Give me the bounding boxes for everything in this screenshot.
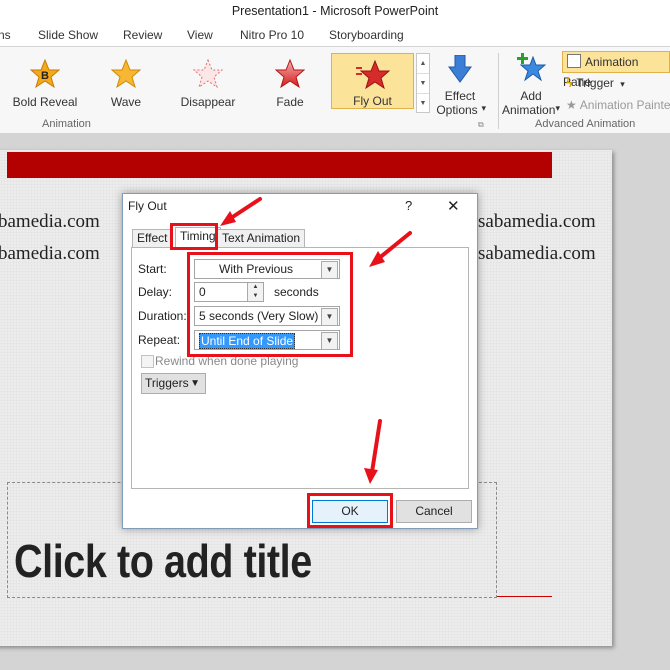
annotation-arrows <box>220 197 412 484</box>
arrow-head-icon <box>220 211 236 226</box>
arrow-head-icon <box>364 468 378 484</box>
